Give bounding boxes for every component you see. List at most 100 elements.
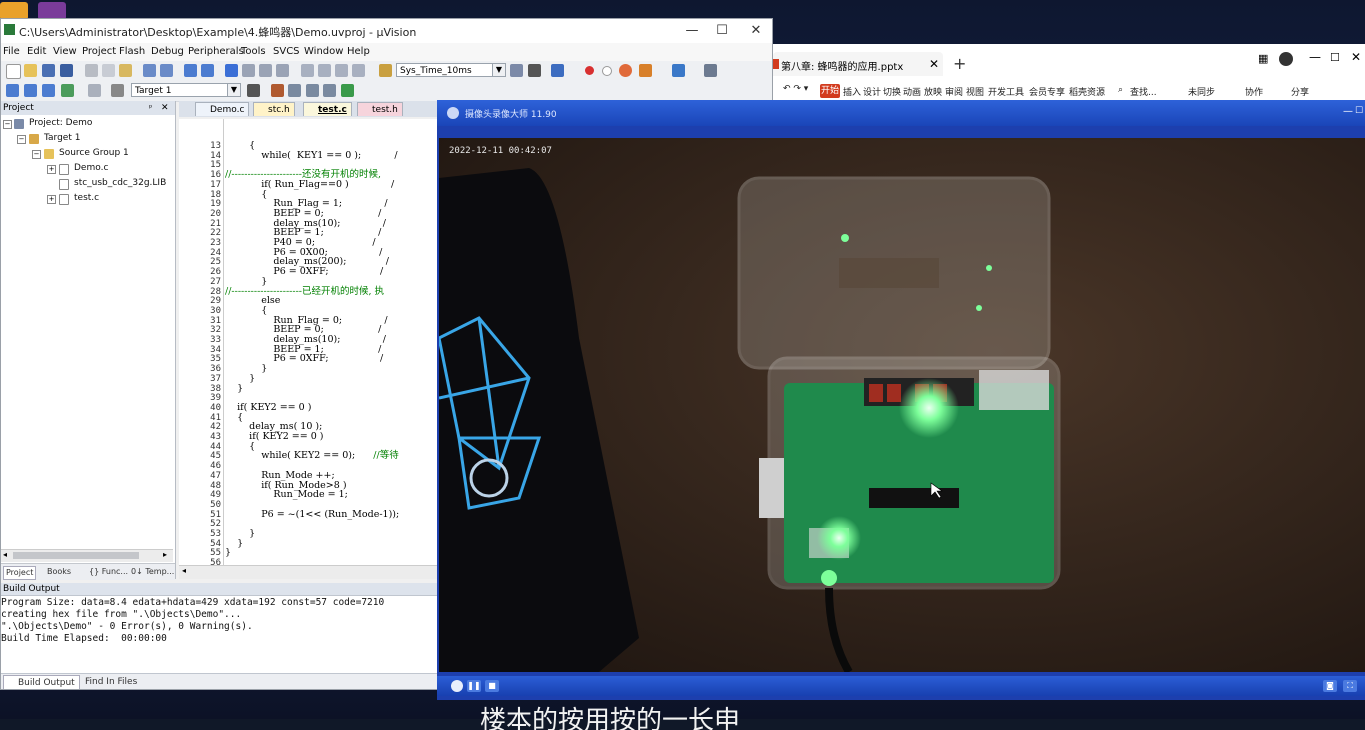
- nav-back-icon[interactable]: [184, 64, 197, 77]
- menu-flash[interactable]: Flash: [119, 46, 145, 57]
- ribbon-devtools[interactable]: 开发工具: [988, 85, 1024, 98]
- scroll-thumb[interactable]: [13, 552, 139, 559]
- uvision-titlebar[interactable]: C:\Users\Administrator\Desktop\Example\4…: [1, 19, 772, 43]
- code-line[interactable]: }: [225, 383, 243, 394]
- menu-tools[interactable]: Tools: [241, 46, 266, 57]
- bookmark-prev-icon[interactable]: [242, 64, 255, 77]
- uncomment-icon[interactable]: [352, 64, 365, 77]
- code-line[interactable]: P6 = ~(1<< (Run_Mode-1));: [225, 509, 399, 520]
- bookmark-clear-icon[interactable]: [276, 64, 289, 77]
- close-icon[interactable]: ✕: [929, 57, 939, 71]
- stop-build-icon[interactable]: [88, 84, 101, 97]
- menu-edit[interactable]: Edit: [27, 46, 46, 57]
- tab-stc-h[interactable]: stc.h: [253, 102, 295, 116]
- scroll-left-icon[interactable]: ◂: [3, 550, 7, 559]
- tab-find-in-files[interactable]: Find In Files: [71, 675, 141, 689]
- back-icon[interactable]: ↶ ↷ ▾: [783, 84, 808, 94]
- zoom-icon[interactable]: [551, 64, 564, 77]
- incremental-find-icon[interactable]: [510, 64, 523, 77]
- expand-icon[interactable]: +: [47, 165, 56, 174]
- chevron-down-icon[interactable]: ▼: [492, 64, 505, 76]
- ribbon-start[interactable]: 开始: [820, 84, 840, 98]
- expand-icon[interactable]: +: [47, 195, 56, 204]
- tree-project-root[interactable]: Project: Demo: [29, 118, 92, 128]
- ribbon-view[interactable]: 视图: [966, 85, 984, 98]
- project-hscrollbar[interactable]: ◂ ▸: [1, 549, 173, 562]
- ribbon-animation[interactable]: 动画: [903, 85, 921, 98]
- manage-components-icon[interactable]: [288, 84, 301, 97]
- open-folder-icon[interactable]: [24, 64, 37, 77]
- ribbon-design[interactable]: 设计: [863, 85, 881, 98]
- editor-hscrollbar[interactable]: ◂: [179, 565, 439, 579]
- ribbon-slideshow[interactable]: 放映: [924, 85, 942, 98]
- collapse-icon[interactable]: −: [32, 150, 41, 159]
- close-icon[interactable]: ✕: [161, 101, 169, 115]
- snapshot-icon[interactable]: ◙: [1323, 680, 1337, 692]
- select-software-icon[interactable]: [306, 84, 319, 97]
- rebuild-icon[interactable]: [42, 84, 55, 97]
- pack-installer-icon[interactable]: [323, 84, 336, 97]
- file-extensions-icon[interactable]: [271, 84, 284, 97]
- menu-svcs[interactable]: SVCS: [273, 46, 300, 57]
- bookmark-icon[interactable]: [225, 64, 238, 77]
- debug-icon[interactable]: [528, 64, 541, 77]
- close-icon[interactable]: ✕: [741, 22, 771, 40]
- code-line[interactable]: while( KEY2 == 0); //等待: [225, 451, 398, 461]
- tab-test-c[interactable]: test.c: [303, 102, 352, 116]
- collapse-icon[interactable]: −: [17, 135, 26, 144]
- tab-demo-c[interactable]: Demo.c: [195, 102, 250, 116]
- new-tab-icon[interactable]: +: [953, 54, 966, 73]
- menu-project[interactable]: Project: [82, 46, 116, 57]
- scroll-right-icon[interactable]: ▸: [163, 550, 167, 559]
- target-combo[interactable]: Target 1 ▼: [131, 83, 241, 97]
- save-all-icon[interactable]: [60, 64, 73, 77]
- chevron-down-icon[interactable]: ▼: [227, 84, 240, 96]
- maximize-icon[interactable]: ☐: [1355, 106, 1363, 116]
- maximize-icon[interactable]: ☐: [707, 22, 737, 40]
- code-line[interactable]: Run_Mode = 1;: [225, 490, 348, 500]
- code-line[interactable]: }: [225, 548, 231, 558]
- stop-icon[interactable]: ■: [485, 680, 499, 692]
- configure-icon[interactable]: [639, 64, 652, 77]
- pause-icon[interactable]: ❚❚: [467, 680, 481, 692]
- code-line[interactable]: while( KEY1 == 0 ); /: [225, 150, 397, 161]
- ribbon-member[interactable]: 会员专享: [1029, 85, 1065, 98]
- minimize-icon[interactable]: —: [677, 22, 707, 40]
- ppt-doc-tab[interactable]: 第八章: 蜂鸣器的应用.pptx ✕: [773, 52, 943, 76]
- breakpoint-icon[interactable]: [585, 66, 594, 75]
- cut-icon[interactable]: [85, 64, 98, 77]
- maximize-icon[interactable]: ☐: [1330, 51, 1340, 64]
- tab-templates[interactable]: 0↓ Temp...: [129, 566, 176, 578]
- window-layout-icon[interactable]: [672, 64, 685, 77]
- wrench-icon[interactable]: [704, 64, 717, 77]
- tree-source-group[interactable]: Source Group 1: [59, 148, 129, 158]
- target-options-icon[interactable]: [247, 84, 260, 97]
- new-file-icon[interactable]: [6, 64, 21, 79]
- breakpoint-disable-icon[interactable]: [602, 66, 612, 76]
- ribbon-insert[interactable]: 插入: [843, 85, 861, 98]
- scroll-left-icon[interactable]: ◂: [182, 566, 186, 575]
- collab-button[interactable]: 协作: [1245, 85, 1263, 98]
- menu-debug[interactable]: Debug: [151, 46, 184, 57]
- bookmark-next-icon[interactable]: [259, 64, 272, 77]
- manage-project-icon[interactable]: [341, 84, 354, 97]
- fullscreen-icon[interactable]: ⛶: [1343, 680, 1357, 692]
- grid-icon[interactable]: ▦: [1258, 52, 1268, 65]
- tree-file-lib[interactable]: stc_usb_cdc_32g.LIB: [74, 178, 166, 188]
- redo-icon[interactable]: [160, 64, 173, 77]
- ribbon-search[interactable]: 查找...: [1130, 85, 1157, 98]
- indent-icon[interactable]: [301, 64, 314, 77]
- menu-help[interactable]: Help: [347, 46, 370, 57]
- translate-icon[interactable]: [6, 84, 19, 97]
- save-icon[interactable]: [42, 64, 55, 77]
- tab-test-h[interactable]: test.h: [357, 102, 403, 116]
- tab-functions[interactable]: {} Func...: [87, 566, 130, 578]
- tree-file-test-c[interactable]: test.c: [74, 193, 99, 203]
- download-icon[interactable]: [61, 84, 74, 97]
- breakpoint-kill-icon[interactable]: [619, 64, 632, 77]
- undo-icon[interactable]: [143, 64, 156, 77]
- menu-window[interactable]: Window: [304, 46, 343, 57]
- ribbon-review[interactable]: 审阅: [945, 85, 963, 98]
- menu-view[interactable]: View: [53, 46, 77, 57]
- code-editor[interactable]: 13 14 15 16 17 18 19 20 21 22 23 24 25 26 27 28 29 30 31 32…: [179, 119, 439, 565]
